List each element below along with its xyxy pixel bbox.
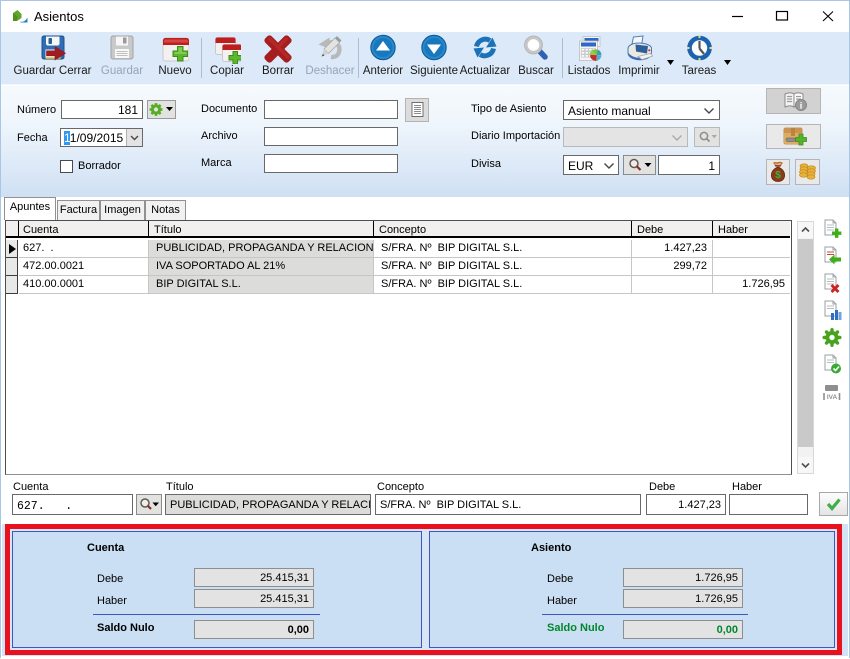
svg-text:IVA: IVA — [827, 394, 838, 401]
svg-text:$: $ — [775, 169, 781, 181]
